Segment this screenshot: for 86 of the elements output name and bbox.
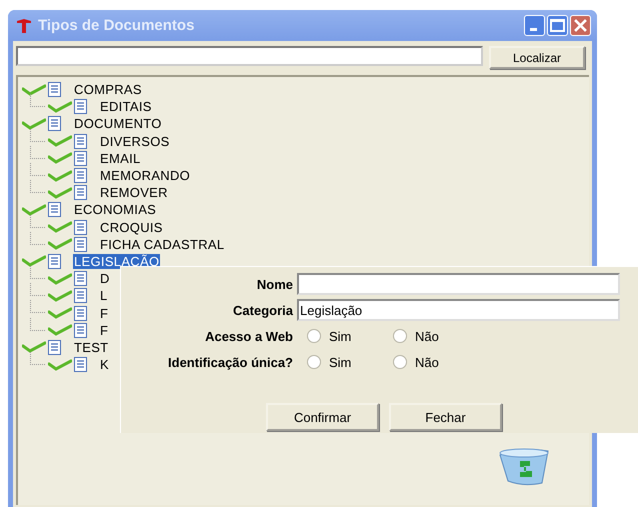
tree-line: [30, 94, 45, 108]
field-label: Acesso a Web: [204, 328, 293, 344]
field-label: Identificação única?: [167, 354, 293, 370]
checkmark-icon: [48, 135, 72, 148]
checkmark-icon: [48, 307, 72, 320]
tree-item[interactable]: COMPRAS: [73, 82, 143, 98]
checkmark-icon: [22, 255, 46, 268]
document-icon: [74, 271, 87, 286]
checkmark-icon: [48, 100, 72, 113]
radio-label: Não: [415, 354, 439, 370]
document-icon: [74, 99, 87, 114]
tree-line: [30, 352, 45, 365]
search-button[interactable]: Localizar: [489, 46, 585, 69]
minimize-button[interactable]: [524, 15, 545, 36]
document-icon: [48, 202, 61, 218]
checkmark-icon: [48, 152, 72, 164]
tree-line: [30, 318, 45, 331]
input-field[interactable]: Legislação: [297, 299, 620, 321]
document-icon: [74, 150, 87, 166]
tree-item[interactable]: L: [99, 288, 109, 304]
document-icon: [48, 254, 61, 269]
checkmark-icon: [48, 170, 72, 182]
tree-item[interactable]: K: [99, 357, 110, 372]
dialog-button[interactable]: Confirmar: [266, 403, 379, 431]
tree-item[interactable]: DIVERSOS: [99, 134, 171, 149]
tree-item[interactable]: D: [99, 271, 111, 286]
radio-button[interactable]: [307, 329, 321, 343]
input-field[interactable]: [297, 273, 620, 295]
tree-line: [30, 128, 45, 142]
document-icon: [48, 116, 61, 132]
checkmark-icon: [22, 341, 46, 354]
checkmark-icon: [22, 118, 46, 130]
document-icon: [48, 82, 61, 98]
field-label: Nome: [256, 276, 293, 292]
radio-button[interactable]: [307, 355, 321, 369]
tree-line: [30, 162, 45, 176]
document-icon: [74, 357, 87, 372]
checkmark-icon: [48, 221, 72, 234]
tree-item[interactable]: FICHA CADASTRAL: [99, 236, 226, 252]
field-label: Categoria: [232, 302, 293, 318]
tree-line: [30, 232, 45, 245]
checkmark-icon: [48, 290, 72, 302]
window-title: Tipos de Documentos: [38, 17, 196, 34]
tree-line: [30, 283, 45, 296]
tree-item[interactable]: ECONOMIAS: [73, 202, 158, 218]
document-icon: [74, 236, 87, 252]
document-icon: [74, 185, 87, 200]
document-icon: [74, 288, 87, 304]
tree-item[interactable]: MEMORANDO: [99, 168, 192, 184]
checkmark-icon: [48, 238, 72, 250]
t-logo-icon: [16, 18, 32, 32]
radio-button[interactable]: [393, 355, 407, 369]
tree-line: [30, 180, 45, 194]
document-icon: [74, 306, 87, 321]
radio-label: Não: [415, 328, 439, 344]
tree-item[interactable]: F: [99, 306, 110, 321]
tree-item[interactable]: LEGISLAÇÃO: [73, 254, 160, 269]
checkmark-icon: [22, 204, 46, 216]
tree-line: [30, 300, 45, 314]
checkmark-icon: [22, 84, 46, 96]
checkmark-icon: [48, 272, 72, 285]
close-button[interactable]: [570, 15, 591, 36]
tree-item[interactable]: CROQUIS: [99, 220, 164, 235]
document-icon: [48, 340, 61, 355]
tree-item[interactable]: REMOVER: [99, 185, 169, 200]
tree-item[interactable]: TEST: [73, 340, 110, 355]
document-icon: [74, 134, 87, 149]
search-field[interactable]: [16, 46, 483, 66]
tree-item[interactable]: EDITAIS: [99, 99, 153, 114]
tree-line: [30, 266, 45, 280]
tree-line: [30, 214, 45, 228]
tree-item[interactable]: F: [99, 322, 110, 338]
document-icon: [74, 168, 87, 184]
radio-button[interactable]: [393, 329, 407, 343]
checkmark-icon: [48, 358, 72, 371]
tree-line: [30, 146, 45, 159]
checkmark-icon: [48, 186, 72, 199]
checkmark-icon: [48, 324, 72, 336]
maximize-button[interactable]: [547, 15, 568, 36]
radio-label: Sim: [329, 354, 352, 370]
document-icon: [74, 220, 87, 235]
tree-item[interactable]: DOCUMENTO: [73, 116, 163, 132]
dialog-button[interactable]: Fechar: [389, 403, 502, 431]
radio-label: Sim: [329, 328, 352, 344]
document-icon: [74, 322, 87, 338]
tree-item[interactable]: EMAIL: [99, 150, 142, 166]
